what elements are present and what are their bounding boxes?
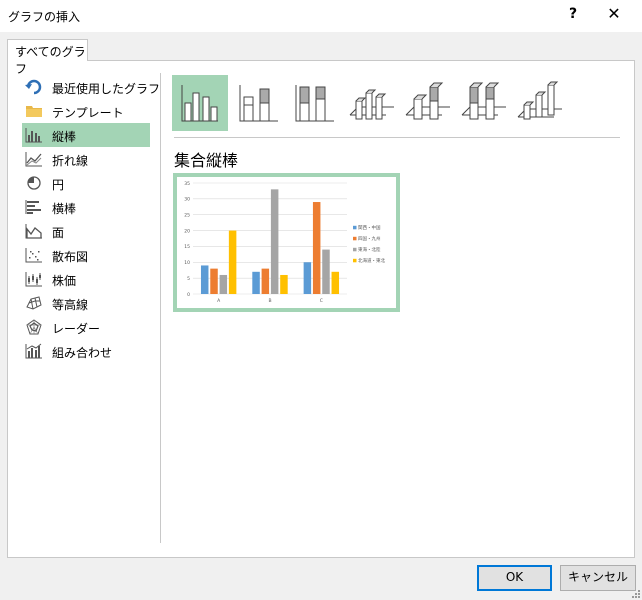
3d-column-icon [517, 81, 562, 120]
clustered-column-icon [181, 85, 218, 122]
subtype-stacked-column[interactable] [232, 75, 288, 131]
sidebar-item-label: 等高線 [52, 298, 89, 312]
pie-chart-icon [27, 176, 41, 190]
legend-swatch [353, 247, 357, 252]
legend-entry: 東海・北陸 [358, 246, 381, 253]
bar [219, 274, 228, 294]
radar-chart-icon [26, 319, 42, 335]
sidebar-item-label: 縦棒 [52, 130, 77, 144]
bar [280, 274, 288, 294]
sidebar-item-label: 円 [52, 178, 65, 192]
y-tick-label: 25 [184, 213, 190, 219]
sidebar-item-label: 折れ線 [52, 154, 89, 168]
legend-entry: 四国・九州 [358, 235, 381, 242]
sidebar-item-column[interactable]: 縦棒 [22, 123, 150, 147]
tab-label: すべてのグラフ [15, 45, 86, 76]
sidebar-item-label: 組み合わせ [52, 346, 113, 360]
bar [331, 271, 340, 294]
sidebar-item-label: 最近使用したグラフ [52, 82, 161, 96]
y-tick-label: 30 [184, 197, 190, 203]
y-tick-label: 15 [184, 244, 190, 250]
3d-stacked-column-icon [405, 82, 450, 120]
stacked-column-icon [239, 85, 278, 122]
bar [303, 262, 312, 294]
sidebar-item-label: 横棒 [52, 202, 77, 216]
subtype-3d-100-stacked-column[interactable] [456, 75, 512, 131]
close-button[interactable]: ✕ [602, 4, 626, 23]
chart-preview[interactable]: 0 5 10 15 20 25 30 35 A B C 関西・中国四国・九州東海・北陸北海道・東北 [173, 173, 400, 312]
bar [228, 230, 237, 294]
sidebar-item-label: 散布図 [52, 250, 89, 264]
recent-icon [25, 79, 42, 95]
sidebar-item-recent[interactable]: 最近使用したグラフ [22, 75, 160, 99]
sidebar-item-label: 株価 [52, 274, 77, 288]
bar [200, 265, 209, 294]
bar [312, 202, 321, 294]
combo-chart-icon [25, 343, 42, 359]
bar-chart-icon [25, 200, 41, 214]
divider [160, 73, 161, 543]
sidebar-item-stock[interactable]: 株価 [22, 267, 150, 291]
sidebar-item-surface[interactable]: 等高線 [22, 291, 150, 315]
subtype-3d-stacked-column[interactable] [400, 75, 456, 131]
bar [210, 268, 218, 294]
ok-button[interactable]: OK [477, 565, 552, 591]
y-tick-label: 0 [187, 292, 190, 298]
sidebar-item-pie[interactable]: 円 [22, 171, 150, 195]
sidebar-item-label: レーダー [52, 322, 101, 336]
cancel-button[interactable]: キャンセル [560, 565, 636, 591]
bar [270, 189, 279, 294]
sidebar-item-scatter[interactable]: 散布図 [22, 243, 150, 267]
legend-swatch [353, 225, 357, 230]
subtype-100-stacked-column[interactable] [288, 75, 344, 131]
sidebar-item-line[interactable]: 折れ線 [22, 147, 150, 171]
subtype-clustered-column[interactable] [172, 75, 228, 131]
sidebar-item-template[interactable]: テンプレート [22, 99, 150, 123]
100-stacked-column-icon [295, 85, 334, 122]
y-tick-label: 35 [184, 181, 190, 187]
sidebar-item-bar[interactable]: 横棒 [22, 195, 150, 219]
column-chart-icon [25, 128, 42, 143]
stock-chart-icon [25, 272, 42, 287]
surface-chart-icon [26, 296, 42, 310]
window-title: グラフの挿入 [8, 10, 81, 24]
y-tick-label: 5 [187, 276, 190, 282]
scatter-chart-icon [25, 248, 42, 263]
subtype-3d-clustered-column[interactable] [344, 75, 400, 131]
subtype-3d-column[interactable] [512, 75, 568, 131]
sidebar-item-label: テンプレート [52, 106, 124, 120]
3d-clustered-column-icon [349, 89, 394, 120]
chart-panel: 最近使用したグラフ テンプレート 縦棒 折れ線 円 横棒 面 散布図 株価 等高… [7, 60, 635, 558]
subtype-title: 集合縦棒 [174, 151, 239, 170]
tab-all-charts[interactable]: すべてのグラフ [7, 39, 88, 76]
legend-entry: 北海道・東北 [358, 257, 385, 264]
legend-entry: 関西・中国 [358, 224, 381, 231]
legend-swatch [353, 258, 357, 263]
y-tick-label: 20 [184, 228, 190, 234]
bar [322, 249, 330, 294]
y-tick-label: 10 [184, 260, 190, 266]
x-tick-label: A [217, 298, 221, 304]
sidebar-item-combo[interactable]: 組み合わせ [22, 339, 150, 363]
sidebar-item-label: 面 [52, 226, 65, 240]
preview-chart: 0 5 10 15 20 25 30 35 A B C 関西・中国四国・九州東海・北陸北海道・東北 [184, 181, 385, 304]
x-tick-label: C [320, 298, 323, 304]
sidebar-item-radar[interactable]: レーダー [22, 315, 150, 339]
line-chart-icon [25, 152, 42, 167]
x-tick-label: B [268, 298, 271, 304]
separator [174, 137, 620, 138]
help-button[interactable]: ? [563, 6, 583, 22]
sidebar-item-area[interactable]: 面 [22, 219, 150, 243]
folder-icon [26, 106, 42, 117]
area-chart-icon [25, 224, 42, 239]
bar [261, 268, 270, 294]
legend-swatch [353, 236, 357, 241]
3d-100-stacked-column-icon [461, 82, 506, 120]
title-bar: グラフの挿入 ? ✕ [0, 0, 642, 32]
resize-grip-icon[interactable] [630, 588, 640, 598]
bar [252, 271, 260, 294]
